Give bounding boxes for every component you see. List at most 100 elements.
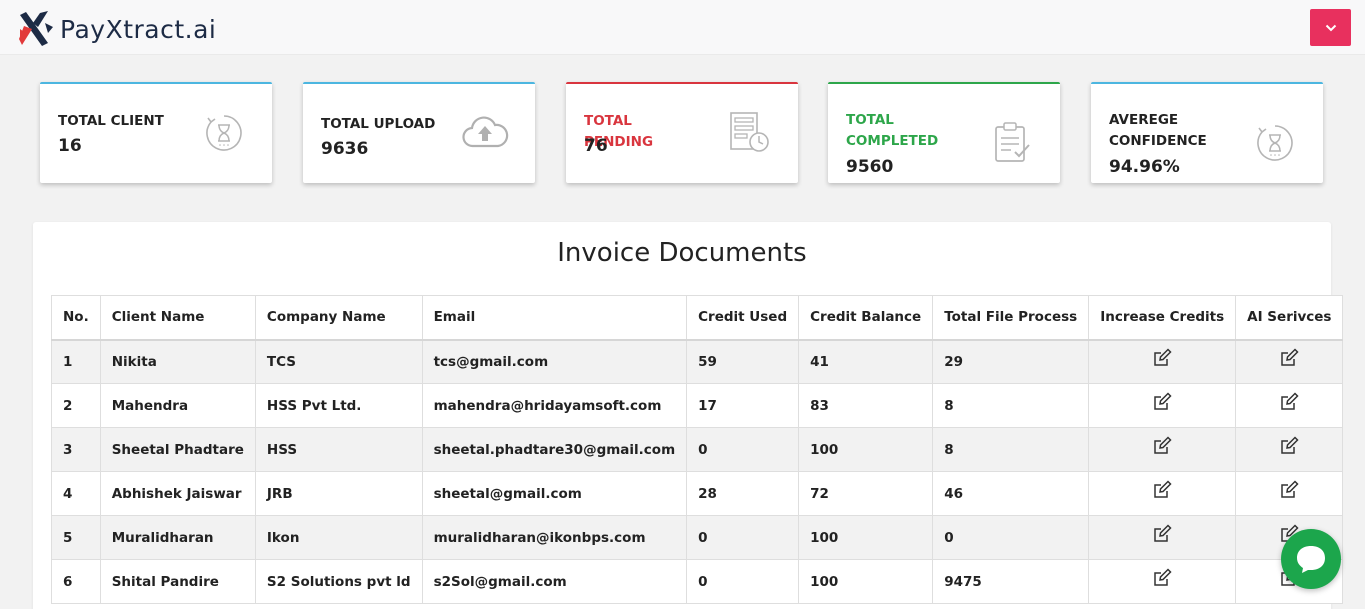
cell-total-file-process: 46 [932,471,1090,516]
ai-services-button[interactable] [1279,391,1299,412]
x-logo-icon [19,11,53,46]
cell-credit-balance: 83 [798,383,934,428]
increase-credits-button[interactable] [1152,348,1172,368]
cell-client-name: Shital Pandire [99,559,256,604]
edit-icon [1154,435,1172,454]
stat-label-line1: AVEREGE [1109,112,1179,128]
cell-increase-credits [1088,515,1237,560]
cell-client-name: Mahendra [99,383,256,428]
cell-email: mahendra@hridayamsoft.com [421,383,688,428]
ai-services-button[interactable] [1279,479,1299,500]
column-header-total-file-process[interactable]: Total File Process [932,295,1090,341]
stat-label-line1: TOTAL [846,112,894,128]
cell-increase-credits [1088,383,1237,428]
cell-total-file-process: 0 [932,515,1090,560]
invoice-table: No. Client Name Company Name Email Credi… [51,295,1344,604]
column-header-credit-used[interactable]: Credit Used [686,295,800,341]
stat-label: TOTAL COMPLETED [846,110,966,152]
edit-icon [1281,479,1299,498]
cell-email: s2Sol@gmail.com [421,559,688,604]
stat-label-line2: CONFIDENCE [1109,133,1207,149]
hourglass-refresh-icon [1257,125,1293,161]
top-bar: PayXtract.ai [0,0,1365,55]
table-header-row: No. Client Name Company Name Email Credi… [51,295,1344,341]
stat-label: AVEREGE CONFIDENCE [1109,110,1229,152]
cell-credit-used: 0 [686,515,800,560]
cell-no: 6 [51,559,101,604]
cell-credit-balance: 100 [798,427,934,472]
edit-icon [1154,348,1172,366]
edit-icon [1154,391,1172,410]
cell-company-name: TCS [254,339,423,384]
cell-ai-services [1235,383,1344,428]
cell-credit-balance: 100 [798,559,934,604]
column-header-ai-services[interactable]: AI Serivces [1235,295,1344,341]
table-row: 2 Mahendra HSS Pvt Ltd. mahendra@hridayamso… [51,383,1344,428]
cell-total-file-process: 8 [932,383,1090,428]
cell-email: sheetal@gmail.com [421,471,688,516]
stat-label: TOTAL UPLOAD [321,116,436,132]
stat-card-total-completed: TOTAL COMPLETED 9560 [828,82,1060,183]
column-header-increase-credits[interactable]: Increase Credits [1088,295,1237,341]
stat-value: 9560 [846,157,894,177]
cell-company-name: HSS [254,427,423,472]
cell-ai-services [1235,471,1344,516]
ai-services-button[interactable] [1279,348,1299,368]
cell-credit-balance: 41 [798,339,934,384]
column-header-no[interactable]: No. [51,295,101,341]
cell-email: sheetal.phadtare30@gmail.com [421,427,688,472]
edit-icon [1281,435,1299,454]
table-row: 5 Muralidharan Ikon muralidharan@ikonbps.co… [51,515,1344,560]
table-row: 3 Sheetal Phadtare HSS sheetal.phadtare30@g… [51,427,1344,472]
increase-credits-button[interactable] [1152,479,1172,500]
chat-widget-button[interactable] [1281,529,1341,589]
stat-value: 94.96% [1109,157,1180,177]
cell-client-name: Abhishek Jaiswar [99,471,256,516]
stat-card-total-pending: TOTAL PENDING 76 [566,82,798,183]
increase-credits-button[interactable] [1152,523,1172,544]
cell-email: tcs@gmail.com [421,339,688,384]
cell-credit-used: 0 [686,427,800,472]
cell-credit-balance: 72 [798,471,934,516]
cell-ai-services [1235,339,1344,384]
page-title: Invoice Documents [557,238,807,268]
ai-services-button[interactable] [1279,435,1299,456]
cell-company-name: JRB [254,471,423,516]
user-menu-button[interactable] [1310,9,1351,46]
cell-client-name: Sheetal Phadtare [99,427,256,472]
table-row: 4 Abhishek Jaiswar JRB sheetal@gmail.com 28 7… [51,471,1344,516]
chat-bubble-icon [1297,546,1325,573]
clipboard-check-icon [995,122,1030,162]
cell-credit-used: 59 [686,339,800,384]
edit-icon [1281,391,1299,410]
column-header-email[interactable]: Email [421,295,688,341]
column-header-credit-balance[interactable]: Credit Balance [798,295,934,341]
cell-total-file-process: 9475 [932,559,1090,604]
stat-card-total-client: TOTAL CLIENT 16 [40,82,272,183]
increase-credits-button[interactable] [1152,567,1172,588]
cell-no: 2 [51,383,101,428]
edit-icon [1154,479,1172,498]
logo[interactable]: PayXtract.ai [18,9,216,49]
cell-increase-credits [1088,339,1237,384]
increase-credits-button[interactable] [1152,435,1172,456]
table-row: 6 Shital Pandire S2 Solutions pvt ld s2Sol@… [51,559,1344,604]
hourglass-refresh-icon [206,115,242,151]
cell-company-name: Ikon [254,515,423,560]
cell-increase-credits [1088,427,1237,472]
cell-increase-credits [1088,559,1237,604]
cell-company-name: S2 Solutions pvt ld [254,559,423,604]
cell-email: muralidharan@ikonbps.com [421,515,688,560]
cell-credit-balance: 100 [798,515,934,560]
cell-no: 3 [51,427,101,472]
cell-credit-used: 0 [686,559,800,604]
cell-no: 5 [51,515,101,560]
increase-credits-button[interactable] [1152,391,1172,412]
invoice-documents-panel: Invoice Documents No. Client Name Compan… [33,222,1344,609]
edit-icon [1154,567,1172,586]
column-header-company-name[interactable]: Company Name [254,295,423,341]
stat-card-total-upload: TOTAL UPLOAD 9636 [303,82,535,183]
table-row: 1 Nikita TCS tcs@gmail.com 59 41 29 [51,339,1344,384]
cell-credit-used: 17 [686,383,800,428]
column-header-client-name[interactable]: Client Name [99,295,256,341]
